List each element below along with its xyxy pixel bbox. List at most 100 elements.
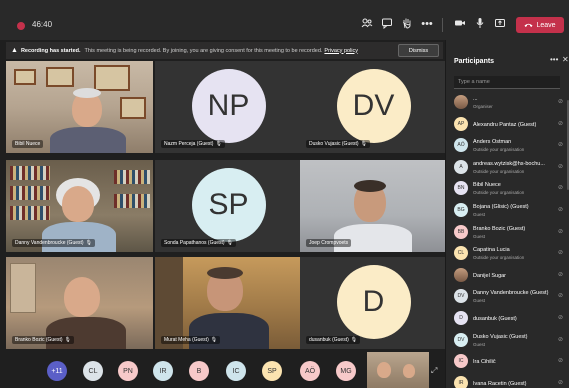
mic-muted-icon: 🎙: [350, 337, 358, 343]
participant-body: [50, 127, 126, 153]
participant-avatar: BN: [454, 181, 468, 196]
cabinet: [10, 263, 36, 313]
participant-role: Guest: [473, 298, 486, 304]
privacy-policy-link[interactable]: Privacy policy: [324, 48, 358, 54]
participant-list-item[interactable]: IR Ivana Racetin (Guest) ⊘: [446, 373, 569, 388]
video-tile-danny[interactable]: Danny Vandenbroucke (Guest) 🎙: [6, 160, 153, 252]
participant-name: Danijel Šugar: [473, 272, 507, 279]
bookshelf: [114, 170, 150, 184]
more-participants-button[interactable]: +11: [47, 361, 67, 381]
phone-icon: [524, 23, 533, 27]
mic-muted-icon: ⊘: [558, 120, 564, 127]
participant-list-item[interactable]: IC Ira Cihilič ⊘: [446, 351, 569, 373]
video-tile-np[interactable]: NP Nazm Perceja (Guest) 🎙: [155, 61, 302, 153]
participant-name: Alexandru Pantaz (Guest): [473, 121, 537, 128]
participant-bubble[interactable]: MG: [336, 361, 356, 381]
video-tile-branko[interactable]: Branko Bozic (Guest) 🎙: [6, 257, 153, 349]
participant-bubble[interactable]: PN: [118, 361, 138, 381]
close-icon[interactable]: ✕: [562, 55, 569, 64]
participant-role: Guest: [473, 341, 486, 347]
participant-search-input[interactable]: Type a name: [454, 76, 560, 89]
participant-list-item[interactable]: BB Branko Bozic (Guest) Guest ⊘: [446, 222, 569, 244]
participant-name: Ivana Racetin (Guest): [473, 380, 527, 387]
participant-avatar: DV: [454, 332, 468, 347]
mic-muted-icon: 🎙: [85, 240, 92, 246]
mic-icon[interactable]: [473, 17, 487, 31]
dismiss-button[interactable]: Dismiss: [398, 44, 439, 57]
video-tile-d[interactable]: D dusanbuk (Guest) 🎙: [300, 257, 447, 349]
meeting-toolbar: 46:40 ••• Leave: [0, 0, 569, 40]
participant-bubble[interactable]: IC: [226, 361, 246, 381]
wall-picture: [46, 67, 74, 87]
toolbar-divider: [442, 18, 443, 32]
participant-bubble[interactable]: IR: [153, 361, 173, 381]
participant-name: ...: [473, 96, 478, 102]
participant-head: [64, 277, 100, 317]
participant-bubble[interactable]: SP: [262, 361, 282, 381]
participant-role: Guest: [473, 233, 486, 239]
expand-icon[interactable]: ⤢: [431, 366, 437, 376]
participant-list-item[interactable]: BN Bibil Nuece Outside your organisation ⊘: [446, 178, 569, 200]
participant-bubble[interactable]: AÖ: [300, 361, 320, 381]
mic-muted-icon: ⊘: [558, 379, 564, 386]
participant-list-item[interactable]: DV Dusko Vujasic (Guest) Guest ⊘: [446, 330, 569, 352]
participant-list-item[interactable]: BG Bojana (Glisic) (Guest) Guest ⊘: [446, 200, 569, 222]
participant-name-tag: Dusko Vujasic (Guest) 🎙: [306, 140, 370, 148]
participant-name: Dusko Vujasic (Guest): [473, 333, 528, 340]
participant-avatar: IR: [454, 375, 468, 388]
mic-muted-icon: ⊘: [558, 358, 564, 365]
avatar: D: [336, 265, 411, 339]
participant-list-item[interactable]: Aandreas.wytzisk@hs-bochu... Outside your…: [446, 157, 569, 179]
video-tile-dv[interactable]: DV Dusko Vujasic (Guest) 🎙: [300, 61, 447, 153]
leave-button[interactable]: Leave: [516, 17, 564, 33]
participant-avatar: AP: [454, 116, 468, 131]
video-tile-sp[interactable]: SP Sonda Papathanos (Guest) 🎙: [155, 160, 302, 252]
participant-avatar: IC: [454, 354, 468, 369]
participant-list-item[interactable]: ... Organiser ⊘: [446, 92, 569, 114]
share-icon[interactable]: [493, 17, 507, 31]
participant-name-tag: Danny Vandenbroucke (Guest) 🎙: [12, 239, 95, 247]
video-tile-joep[interactable]: Joep Crompvoets: [300, 160, 447, 252]
participant-hair: [354, 180, 386, 192]
participant-avatar: A: [454, 159, 468, 174]
participant-head: [62, 186, 94, 222]
participant-name: dusanbuk (Guest): [473, 315, 517, 322]
video-tile-bibil[interactable]: Bibil Nuece: [6, 61, 153, 153]
mic-muted-icon: ⊘: [558, 142, 564, 149]
participant-avatar: AÖ: [454, 138, 468, 153]
participant-avatar: CL: [454, 246, 468, 261]
participant-name-tag: Murat Meha (Guest) 🎙: [161, 336, 221, 344]
wall-picture: [120, 97, 146, 119]
participant-list-item[interactable]: AÖ Anders Östman Outside your organisation…: [446, 135, 569, 157]
wall-picture: [94, 65, 130, 91]
video-tile-murat[interactable]: Murat Meha (Guest) 🎙: [155, 257, 302, 349]
mic-muted-icon: ⊘: [558, 228, 564, 235]
participant-bubble[interactable]: CL: [83, 361, 103, 381]
avatar: DV: [336, 69, 411, 143]
people-icon[interactable]: [360, 17, 374, 31]
participant-body: [334, 224, 412, 252]
raise-hand-icon[interactable]: [400, 17, 414, 31]
participant-list-item[interactable]: Danijel Šugar ⊘: [446, 265, 569, 287]
participant-list-item[interactable]: CL Capatina Lucia Outside your organisatio…: [446, 243, 569, 265]
participant-name-tag: dusanbuk (Guest) 🎙: [306, 336, 361, 344]
more-icon[interactable]: •••: [420, 17, 434, 31]
participant-list: ... Organiser ⊘ AP Alexandru Pantaz (Guest) ⊘…: [446, 92, 569, 388]
participant-role: Guest: [473, 211, 486, 217]
participant-name-tag: Joep Crompvoets: [306, 239, 352, 247]
participant-list-item[interactable]: AP Alexandru Pantaz (Guest) ⊘: [446, 114, 569, 136]
participant-avatar: [454, 95, 468, 109]
participant-role: Outside your organisation: [473, 190, 525, 196]
participant-list-item[interactable]: DV Danny Vandenbroucke (Guest) Guest ⊘: [446, 286, 569, 308]
more-icon[interactable]: •••: [550, 55, 558, 64]
participant-role: Outside your organisation: [473, 147, 525, 153]
camera-icon[interactable]: [453, 17, 467, 31]
participant-list-item[interactable]: Ddusanbuk (Guest) ⊘: [446, 308, 569, 330]
participant-avatar: DV: [454, 289, 468, 304]
self-view-video[interactable]: [367, 352, 429, 388]
participant-hair: [207, 267, 243, 279]
mic-muted-icon: ⊘: [558, 314, 564, 321]
participant-avatar: BG: [454, 202, 468, 217]
participant-bubble[interactable]: B: [189, 361, 209, 381]
chat-icon[interactable]: [380, 17, 394, 31]
